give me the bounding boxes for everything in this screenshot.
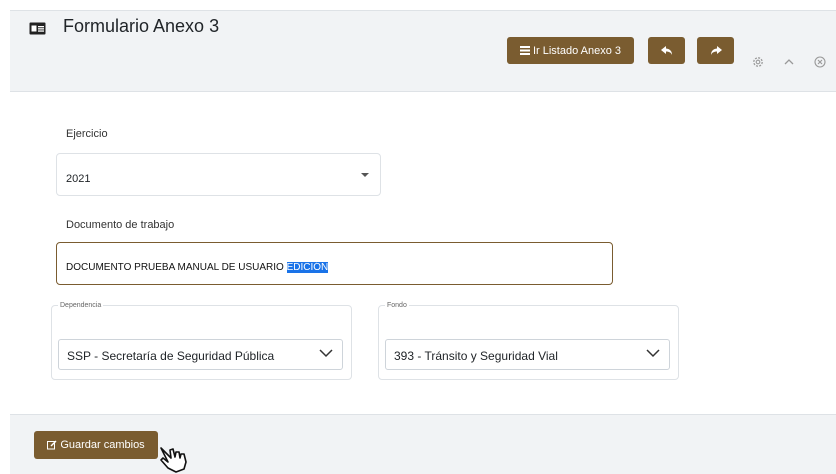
undo-button[interactable] — [648, 37, 685, 64]
hand-cursor-icon — [160, 447, 187, 473]
close-circle-icon[interactable] — [813, 55, 827, 69]
redo-button[interactable] — [697, 37, 734, 64]
ejercicio-label: Ejercicio — [66, 128, 108, 140]
save-changes-label: Guardar cambios — [60, 439, 145, 451]
dependencia-select[interactable]: SSP - Secretaría de Seguridad Pública — [58, 339, 343, 370]
save-changes-button[interactable]: Guardar cambios — [34, 431, 158, 459]
gear-icon[interactable] — [751, 55, 765, 69]
page-title: Formulario Anexo 3 — [63, 16, 220, 36]
list-icon — [519, 46, 530, 55]
documento-text: DOCUMENTO PRUEBA MANUAL DE USUARIO — [66, 262, 287, 273]
fondo-value: 393 - Tránsito y Seguridad Vial — [394, 349, 558, 363]
redo-icon — [710, 45, 722, 55]
fondo-select[interactable]: 393 - Tránsito y Seguridad Vial — [385, 339, 670, 370]
ejercicio-select[interactable]: 2021 — [56, 153, 381, 196]
dependencia-value: SSP - Secretaría de Seguridad Pública — [67, 349, 275, 363]
documento-field[interactable]: DOCUMENTO PRUEBA MANUAL DE USUARIO EDICI… — [56, 242, 613, 285]
documento-value: DOCUMENTO PRUEBA MANUAL DE USUARIO EDICI… — [66, 262, 329, 273]
id-card-icon — [29, 22, 46, 35]
documento-selected-text: EDICIÓN — [286, 262, 329, 273]
chevron-down-icon — [319, 349, 333, 358]
dependencia-legend: Dependencia — [60, 302, 102, 309]
chevron-down-icon — [646, 349, 660, 358]
fondo-legend: Fondo — [387, 302, 407, 309]
caret-down-icon — [361, 173, 369, 177]
documento-label: Documento de trabajo — [66, 219, 175, 231]
ejercicio-value: 2021 — [66, 173, 91, 185]
chevron-up-icon[interactable] — [782, 55, 796, 69]
go-list-button[interactable]: Ir Listado Anexo 3 — [507, 37, 634, 64]
go-list-label: Ir Listado Anexo 3 — [532, 44, 622, 57]
undo-icon — [660, 45, 672, 55]
edit-icon — [47, 440, 57, 450]
